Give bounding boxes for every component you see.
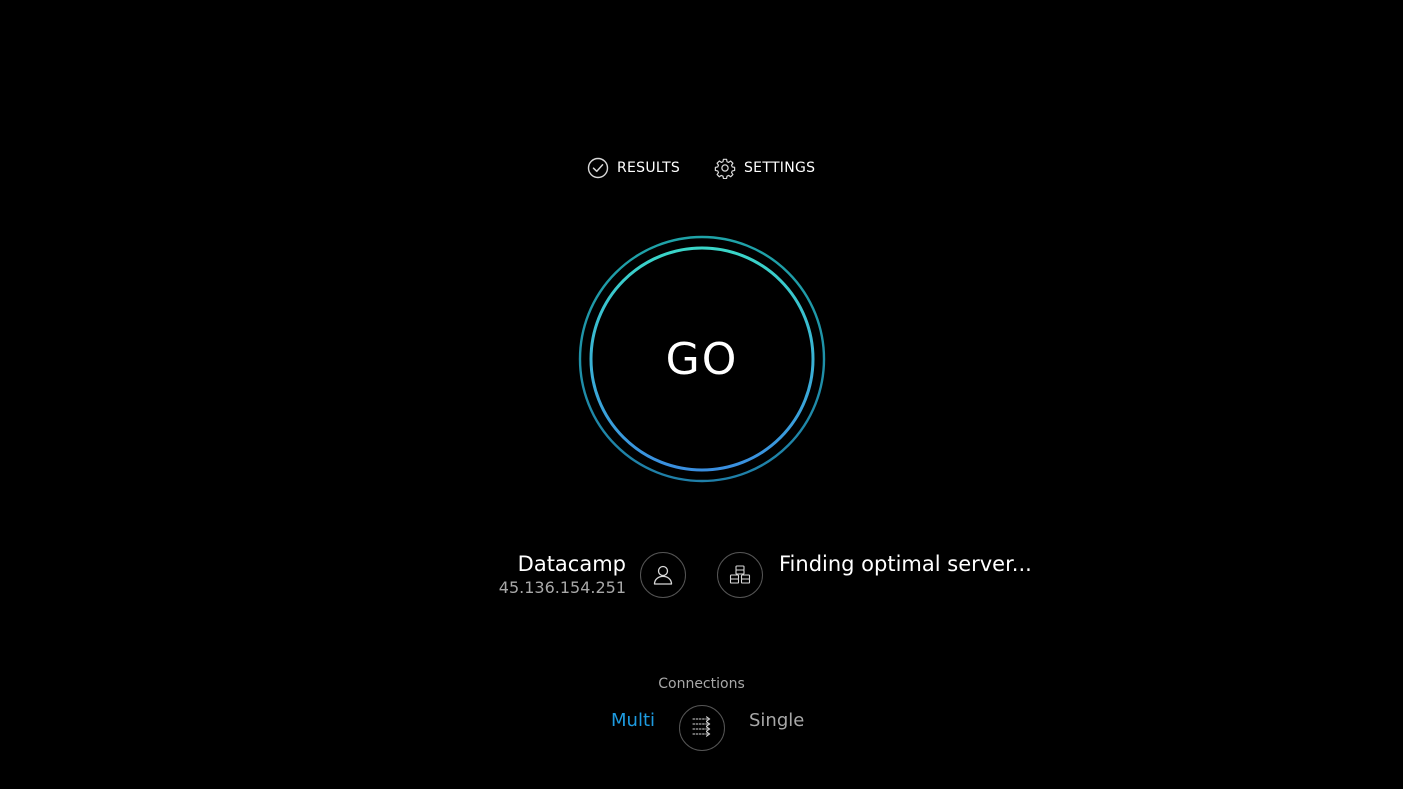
ip-address: 45.136.154.251	[498, 578, 626, 597]
gear-icon	[714, 157, 736, 180]
server-stack-icon[interactable]	[717, 552, 763, 598]
connections-arrows-icon	[689, 713, 715, 743]
user-icon	[640, 552, 686, 598]
connections-single-option[interactable]: Single	[749, 710, 804, 731]
connections-label: Connections	[658, 676, 745, 692]
check-circle-icon	[587, 157, 609, 179]
connections-toggle-button[interactable]	[679, 705, 725, 751]
settings-label: SETTINGS	[744, 160, 816, 176]
go-label: GO	[665, 333, 739, 385]
go-button[interactable]: GO	[592, 249, 812, 469]
connections-multi-option[interactable]: Multi	[611, 710, 655, 731]
go-button-container: GO	[578, 235, 826, 483]
isp-info: Datacamp 45.136.154.251	[499, 550, 626, 598]
results-label: RESULTS	[617, 160, 681, 176]
speedtest-app: RESULTS SETTINGS GO Datacamp 45.136.154.…	[0, 0, 1403, 789]
settings-nav-link[interactable]: SETTINGS	[714, 155, 815, 181]
results-nav-link[interactable]: RESULTS	[587, 155, 680, 181]
isp-name: Datacamp	[517, 552, 626, 576]
server-status-text[interactable]: Finding optimal server...	[779, 550, 1032, 578]
